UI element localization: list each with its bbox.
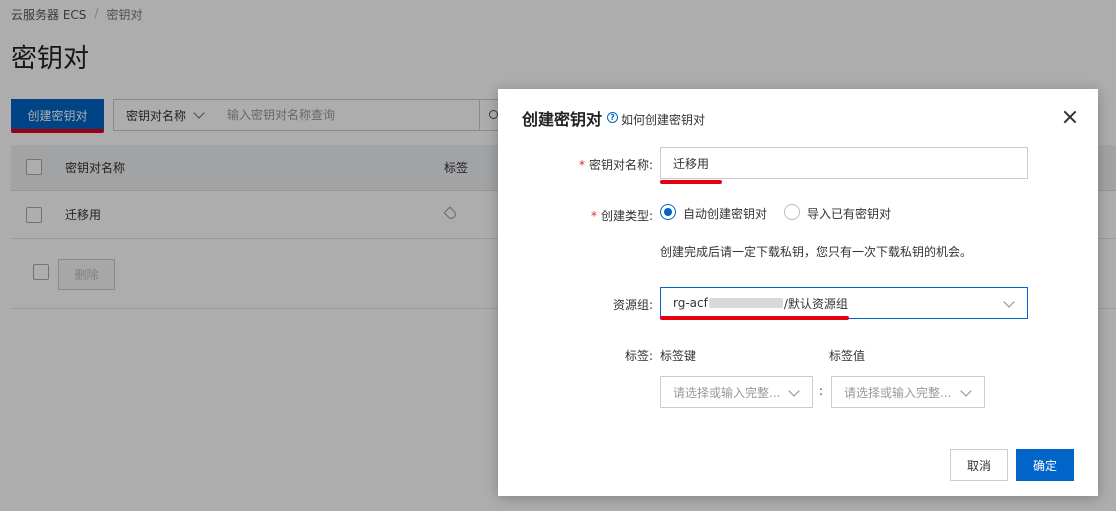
resource-group-value: rg-acf /默认资源组 [673, 296, 848, 311]
required-marker: * [590, 209, 597, 223]
tag-key-label: 标签键 [660, 349, 697, 363]
radio-import-existing[interactable] [784, 204, 800, 220]
radio-import-existing-label[interactable]: 导入已有密钥对 [807, 205, 891, 222]
tag-value-select[interactable]: 请选择或输入完整... [831, 376, 985, 408]
annotation-underline [660, 180, 722, 184]
chevron-down-icon [960, 385, 972, 397]
dialog-title: 创建密钥对 [522, 110, 603, 129]
keypair-name-input[interactable] [660, 147, 1028, 179]
chevron-down-icon [788, 385, 800, 397]
download-hint: 创建完成后请一定下载私钥，您只有一次下载私钥的机会。 [660, 245, 973, 259]
radio-auto-create-label[interactable]: 自动创建密钥对 [683, 205, 767, 222]
chevron-down-icon [1003, 296, 1015, 308]
help-icon[interactable]: ? [607, 112, 618, 123]
radio-auto-create[interactable] [660, 204, 676, 220]
close-icon[interactable] [1061, 108, 1079, 126]
resource-group-label: 资源组: [612, 298, 653, 312]
cancel-button[interactable]: 取消 [950, 449, 1008, 481]
redacted-text [708, 298, 783, 308]
help-link[interactable]: 如何创建密钥对 [621, 111, 705, 128]
create-keypair-dialog: 创建密钥对 ? 如何创建密钥对 *密钥对名称: *创建类型: 自动创建密钥对 导… [498, 89, 1098, 496]
type-field-label: * 创建类型: [590, 209, 653, 223]
tag-key-select[interactable]: 请选择或输入完整... [660, 376, 813, 408]
name-field-label: * 密钥对名称: [578, 158, 653, 172]
annotation-underline [660, 316, 849, 320]
resource-group-select[interactable]: rg-acf /默认资源组 [660, 287, 1028, 319]
required-marker: * [578, 158, 585, 172]
confirm-button[interactable]: 确定 [1016, 449, 1074, 481]
tag-value-label: 标签值 [829, 349, 866, 363]
tag-separator: : [819, 384, 824, 398]
tag-field-label: 标签: [624, 349, 653, 363]
